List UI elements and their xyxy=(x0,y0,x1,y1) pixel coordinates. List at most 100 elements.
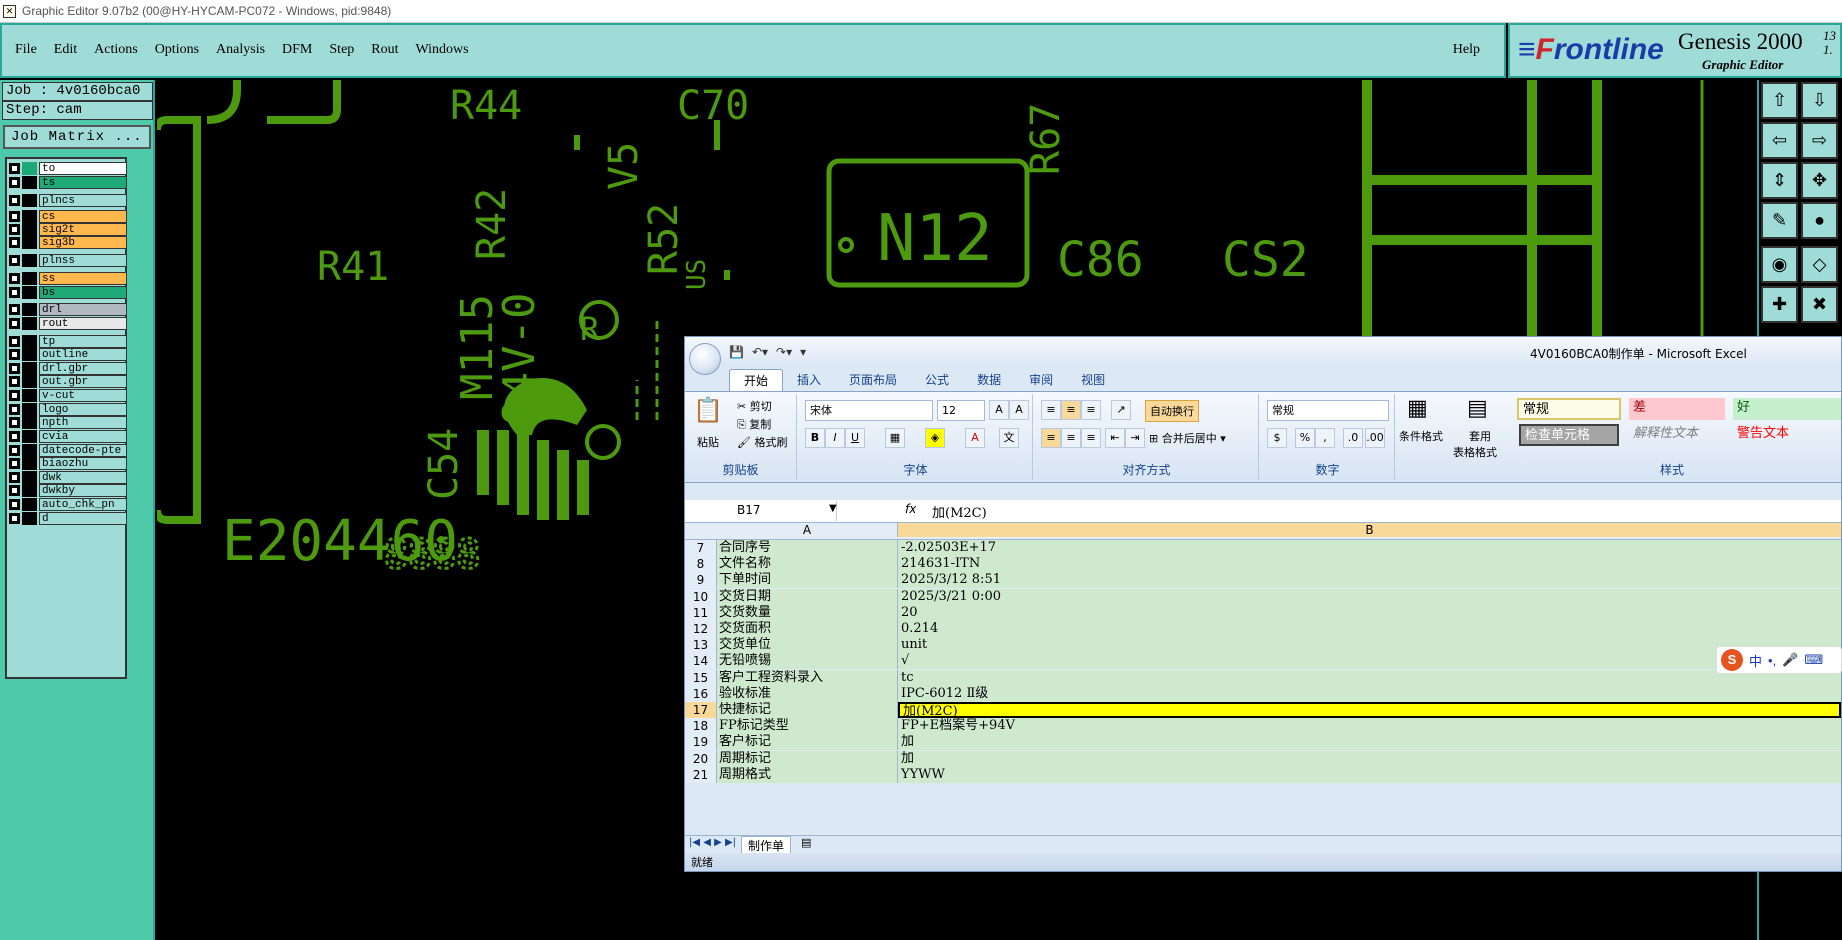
layer-checkbox[interactable] xyxy=(9,272,20,284)
microphone-icon[interactable]: 🎤 xyxy=(1782,652,1798,668)
layer-row[interactable]: logo xyxy=(9,402,127,416)
style-explanatory[interactable]: 解释性文本 xyxy=(1629,424,1725,446)
cell-a[interactable]: 客户工程资料录入 xyxy=(717,669,898,686)
cell-a[interactable]: 无铅喷锡 xyxy=(717,653,898,670)
redo-icon[interactable]: ↷▾ xyxy=(776,345,792,359)
increase-indent-icon[interactable]: ⇥ xyxy=(1125,428,1145,448)
sheet-nav-icons[interactable]: |◀ ◀ ▶ ▶| xyxy=(689,837,736,848)
layer-row[interactable]: auto_chk_pn xyxy=(9,497,127,511)
tab-data[interactable]: 数据 xyxy=(963,369,1015,391)
layer-name[interactable]: auto_chk_pn xyxy=(39,497,127,511)
cell-a[interactable]: 交货单位 xyxy=(717,637,898,654)
layer-checkbox[interactable] xyxy=(9,223,20,235)
layer-checkbox[interactable] xyxy=(9,389,20,401)
layer-name[interactable]: sig3b xyxy=(39,235,127,249)
cell-b[interactable]: 2025/3/21 0:00 xyxy=(898,588,1841,605)
conditional-format-button[interactable]: 条件格式 xyxy=(1399,428,1443,444)
row-number[interactable]: 9 xyxy=(685,572,717,589)
table-format-icon[interactable]: ▤ xyxy=(1467,396,1488,421)
layer-name[interactable]: sig2t xyxy=(39,222,127,236)
menu-dfm[interactable]: DFM xyxy=(282,42,312,58)
paste-button[interactable]: 粘贴 xyxy=(697,434,719,450)
layer-checkbox[interactable] xyxy=(9,210,20,222)
menu-step[interactable]: Step xyxy=(329,42,354,58)
layer-row[interactable]: bs xyxy=(9,285,127,299)
cell-b[interactable]: -2.02503E+17 xyxy=(898,540,1841,556)
cell-b[interactable]: 214631-ITN xyxy=(898,556,1841,573)
align-bottom-icon[interactable]: ≡ xyxy=(1081,400,1101,420)
zoom-center-icon[interactable]: ✥ xyxy=(1801,162,1838,199)
layer-name[interactable]: plncs xyxy=(39,193,127,207)
cell-b[interactable]: tc xyxy=(898,669,1841,686)
menu-analysis[interactable]: Analysis xyxy=(216,42,265,58)
style-normal[interactable]: 常规 xyxy=(1517,398,1621,420)
layer-row[interactable]: ss xyxy=(9,271,127,285)
style-good[interactable]: 好 xyxy=(1733,398,1841,420)
row-number[interactable]: 18 xyxy=(685,718,717,735)
layer-row[interactable]: biaozhu xyxy=(9,456,127,470)
menu-file[interactable]: File xyxy=(15,42,37,58)
name-box[interactable]: B17 xyxy=(687,501,837,521)
layer-name[interactable]: logo xyxy=(39,402,127,416)
layer-checkbox[interactable] xyxy=(9,484,20,496)
column-b-header[interactable]: B xyxy=(898,523,1841,537)
row-number[interactable]: 8 xyxy=(685,556,717,573)
layer-row[interactable]: npth xyxy=(9,415,127,429)
tab-formulas[interactable]: 公式 xyxy=(911,369,963,391)
layer-name[interactable]: ss xyxy=(39,271,127,285)
menu-rout[interactable]: Rout xyxy=(371,42,398,58)
border-icon[interactable]: ▦ xyxy=(885,428,905,448)
row-number[interactable]: 14 xyxy=(685,653,717,670)
layer-name[interactable]: datecode-pte xyxy=(39,443,127,457)
font-size-select[interactable]: 12 xyxy=(937,400,985,421)
layer-row[interactable]: to xyxy=(9,161,127,175)
italic-icon[interactable]: I xyxy=(825,428,845,448)
draw-icon[interactable]: ◇ xyxy=(1801,246,1838,283)
layer-checkbox[interactable] xyxy=(9,236,20,248)
orientation-icon[interactable]: ↗ xyxy=(1111,400,1131,420)
layer-name[interactable]: plnss xyxy=(39,253,127,267)
row-number[interactable]: 21 xyxy=(685,766,717,783)
align-left-icon[interactable]: ≡ xyxy=(1041,428,1061,448)
formula-input[interactable]: 加(M2C) xyxy=(932,502,987,521)
qat-customize-icon[interactable]: ▾ xyxy=(800,345,806,359)
layer-checkbox[interactable] xyxy=(9,403,20,415)
style-check-cell[interactable]: 检查单元格 xyxy=(1519,424,1619,446)
copy-button[interactable]: ⎘ 复制 xyxy=(737,416,771,432)
layer-checkbox[interactable] xyxy=(9,317,20,329)
cell-a[interactable]: 客户标记 xyxy=(717,734,898,751)
comma-icon[interactable]: , xyxy=(1315,428,1335,448)
row-number[interactable]: 11 xyxy=(685,604,717,621)
cell-b[interactable]: 加 xyxy=(898,750,1841,767)
layer-name[interactable]: drl xyxy=(39,302,127,316)
layer-name[interactable]: outline xyxy=(39,347,127,361)
layer-name[interactable]: biaozhu xyxy=(39,456,127,470)
cell-a[interactable]: 周期格式 xyxy=(717,766,898,783)
undo-icon[interactable]: ↶▾ xyxy=(752,345,768,359)
layer-checkbox[interactable] xyxy=(9,162,20,174)
cell-a[interactable]: 验收标准 xyxy=(717,685,898,702)
layer-row[interactable]: cs xyxy=(9,209,127,223)
cell-a[interactable]: 交货数量 xyxy=(717,604,898,621)
cell-a[interactable]: 周期标记 xyxy=(717,750,898,767)
menu-windows[interactable]: Windows xyxy=(416,42,469,58)
layer-checkbox[interactable] xyxy=(9,348,20,360)
cell-b[interactable]: IPC-6012 Ⅱ级 xyxy=(898,685,1841,702)
style-warning[interactable]: 警告文本 xyxy=(1733,424,1841,446)
layer-checkbox[interactable] xyxy=(9,335,20,347)
phonetic-icon[interactable]: 文 xyxy=(999,428,1019,448)
layer-row[interactable]: tp xyxy=(9,334,127,348)
grow-font-icon[interactable]: A xyxy=(989,400,1009,420)
row-number[interactable]: 20 xyxy=(685,750,717,767)
layer-name[interactable]: ts xyxy=(39,175,127,189)
layer-row[interactable]: out.gbr xyxy=(9,374,127,388)
layer-row[interactable]: plnss xyxy=(9,253,127,267)
tab-view[interactable]: 视图 xyxy=(1067,369,1119,391)
align-right-icon[interactable]: ≡ xyxy=(1081,428,1101,448)
select-icon[interactable]: ◉ xyxy=(1761,246,1798,283)
layer-name[interactable]: cvia xyxy=(39,429,127,443)
ime-toolbar[interactable]: S 中 •, 🎤 ⌨ xyxy=(1716,646,1842,674)
cross-icon[interactable]: ✖ xyxy=(1801,286,1838,323)
menu-help[interactable]: Help xyxy=(1453,42,1480,58)
menu-edit[interactable]: Edit xyxy=(54,42,77,58)
